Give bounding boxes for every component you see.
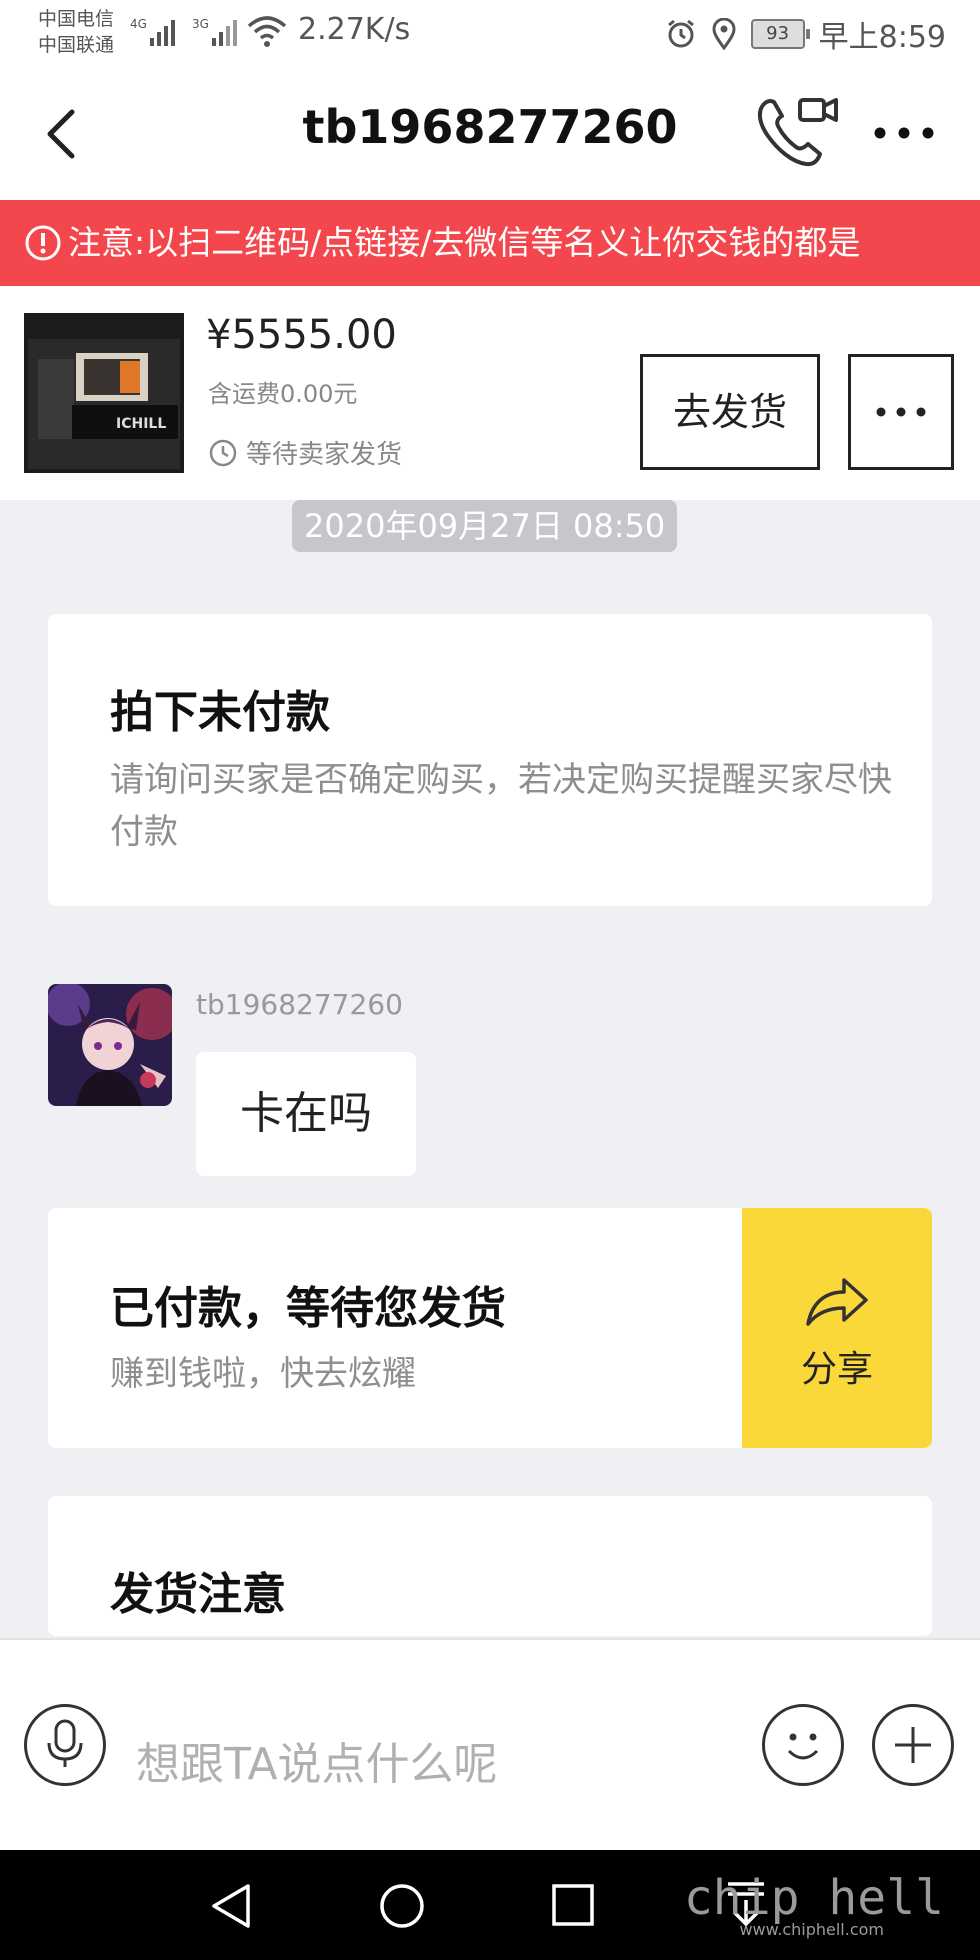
unpaid-notice-card: 拍下未付款 请询问买家是否确定购买，若决定购买提醒买家尽快付款 [48,614,932,906]
avatar[interactable] [48,984,172,1106]
product-thumbnail[interactable]: ICHILL [24,313,184,473]
alarm-icon [667,19,694,48]
network-speed: 2.27K/s [298,12,411,47]
battery-icon: 93 [750,19,810,49]
watermark-url: www.chiphell.com [739,1920,884,1939]
avatar-image [48,984,172,1106]
net-2-label: 3G [192,17,209,31]
nav-back-icon[interactable] [208,1882,254,1930]
sender-name: tb1968277260 [196,988,403,1021]
paid-notice-card: 已付款，等待您发货 赚到钱啦，快去炫耀 分享 [48,1208,932,1448]
add-attachment-button[interactable] [872,1704,954,1786]
product-image: ICHILL [24,313,184,473]
status-bar: 中国电信 中国联通 4G 3G 2.27K/s 93 早上8:59 [0,0,980,66]
message-input[interactable]: 想跟TA说点什么呢 [136,1728,498,1792]
ship-button[interactable]: 去发货 [640,354,820,470]
carrier-1: 中国电信 [38,8,115,30]
message-input-bar: 想跟TA说点什么呢 [0,1638,980,1852]
clock-icon [209,439,237,466]
shipping-notice-card: 发货注意 [48,1496,932,1636]
more-dots-icon [876,407,926,417]
message-bubble[interactable]: 卡在吗 [196,1052,416,1176]
plus-icon [895,1727,931,1763]
signal-4g-icon: 4G [130,17,175,46]
clock: 早上8:59 [818,20,946,55]
warning-icon [25,225,61,261]
card-description: 赚到钱啦，快去炫耀 [110,1354,416,1394]
card-title: 发货注意 [110,1569,286,1620]
emoji-button[interactable] [762,1704,844,1786]
net-1-label: 4G [130,17,147,31]
voice-input-button[interactable] [24,1704,106,1786]
status-right: 93 早上8:59 [665,12,946,56]
warning-text: 注意:以扫二维码/点链接/去微信等名义让你交钱的都是 [68,223,861,262]
shipping-fee: 含运费0.00元 [208,380,358,408]
share-arrow-icon [806,1278,868,1326]
carrier-labels: 中国电信 中国联通 [38,6,114,58]
voice-video-call-icon[interactable] [752,92,842,172]
microphone-icon [47,1719,83,1767]
card-title: 已付款，等待您发货 [110,1283,506,1334]
location-icon [712,18,736,50]
fraud-warning-banner: 注意:以扫二维码/点链接/去微信等名义让你交钱的都是 [0,200,980,286]
card-title: 拍下未付款 [110,687,330,738]
system-navigation-bar: chip hell www.chiphell.com [0,1850,980,1960]
watermark-logo: chip hell [683,1870,944,1926]
share-button[interactable]: 分享 [742,1208,932,1448]
product-brand-label: ICHILL [116,416,166,432]
order-summary[interactable]: ICHILL ¥5555.00 含运费0.00元 等待卖家发货 去发货 [0,286,980,500]
nav-recents-icon[interactable] [550,1882,596,1928]
order-price: ¥5555.00 [206,312,397,358]
back-arrow-icon[interactable] [36,104,96,164]
wifi-icon [247,16,287,47]
order-status: 等待卖家发货 [208,434,402,471]
nav-home-icon[interactable] [378,1882,426,1930]
chat-timestamp: 2020年09月27日 08:50 [292,500,678,552]
order-more-button[interactable] [848,354,954,470]
smiley-icon [787,1733,819,1760]
card-description: 请询问买家是否确定购买，若决定购买提醒买家尽快付款 [110,760,892,852]
signal-3g-icon: 3G [192,17,237,46]
chat-header: tb1968277260 [0,66,980,200]
carrier-2: 中国联通 [38,34,115,56]
share-label: 分享 [800,1349,873,1390]
order-status-text: 等待卖家发货 [246,440,403,470]
more-options-icon[interactable] [868,108,940,158]
